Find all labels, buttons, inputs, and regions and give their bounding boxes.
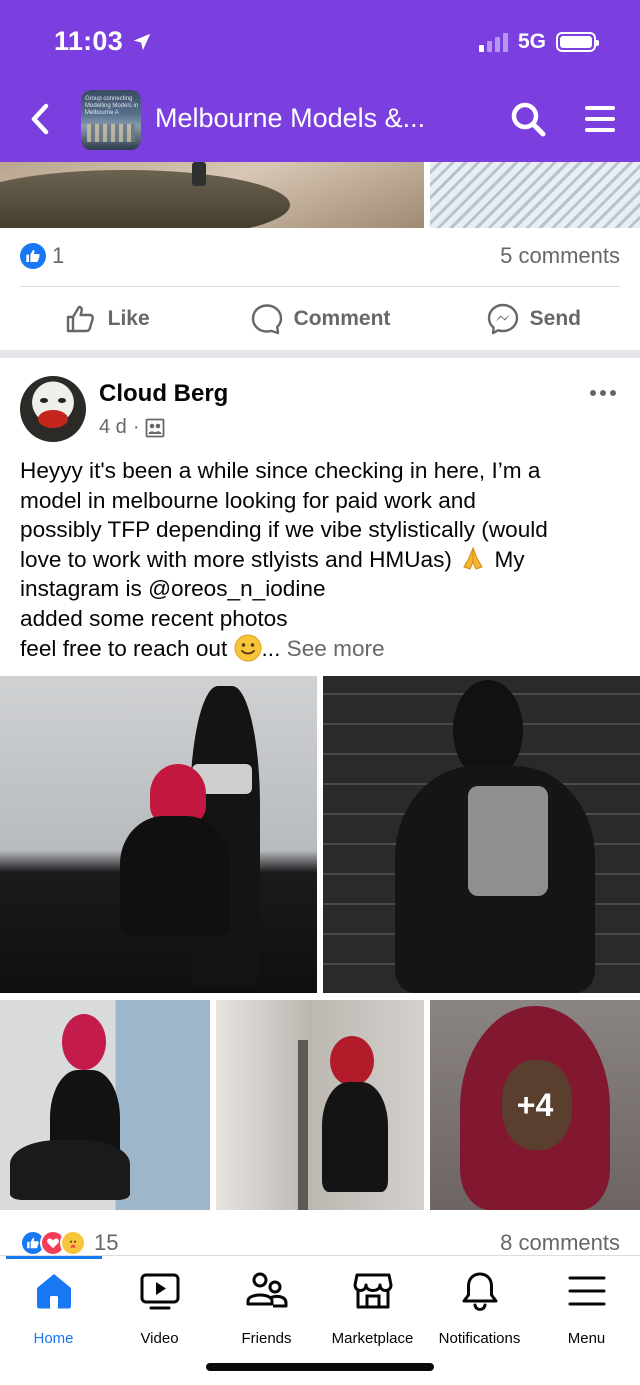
status-bar-time: 11:03 xyxy=(54,26,153,57)
back-button[interactable] xyxy=(24,102,56,136)
post-photo[interactable] xyxy=(0,676,317,993)
group-thumb-text: Group connecting Modelling Models in Mel… xyxy=(85,96,139,116)
post-photo[interactable] xyxy=(323,676,640,993)
see-more-link[interactable]: See more xyxy=(287,636,385,661)
tab-label: Notifications xyxy=(438,1330,521,1347)
post-header: Cloud Berg 4 d · xyxy=(20,376,620,444)
post-age[interactable]: 4 d xyxy=(99,416,127,439)
tab-notifications[interactable]: Notifications xyxy=(426,1270,533,1360)
post-text-line: model in melbourne looking for paid work… xyxy=(20,487,476,513)
network-type: 5G xyxy=(517,30,546,53)
tab-label: Video xyxy=(140,1330,179,1347)
tab-label: Friends xyxy=(241,1330,292,1347)
active-tab-indicator xyxy=(6,1256,102,1259)
comment-bubble-icon xyxy=(251,304,282,335)
folded-hands-emoji-icon xyxy=(463,546,483,570)
comment-button[interactable]: Comment xyxy=(213,292,426,346)
tab-label: Marketplace xyxy=(331,1330,414,1347)
search-button[interactable] xyxy=(510,101,546,137)
post-author[interactable]: Cloud Berg xyxy=(99,380,228,408)
location-arrow-icon xyxy=(133,33,151,50)
post-text-line: feel free to reach out ... See more xyxy=(20,634,385,662)
divider xyxy=(20,286,620,287)
marketplace-icon xyxy=(353,1273,392,1309)
post-actions: Like Comment Send xyxy=(0,292,640,346)
post-photo[interactable] xyxy=(0,1000,210,1210)
more-photos-count[interactable]: +4 xyxy=(430,1000,640,1210)
group-cover-thumbnail[interactable]: Group connecting Modelling Models in Mel… xyxy=(81,90,141,150)
home-icon xyxy=(36,1274,71,1309)
post-text-line: added some recent photos xyxy=(20,605,288,631)
previous-post-photo[interactable] xyxy=(0,162,424,228)
send-label: Send xyxy=(529,307,581,330)
messenger-send-icon xyxy=(487,303,518,335)
tab-friends[interactable]: Friends xyxy=(213,1270,320,1360)
smiling-face-emoji-icon xyxy=(234,634,262,662)
tab-label: Home xyxy=(33,1330,74,1347)
app-header: 11:03 5G Group connecting Modelling Mode… xyxy=(0,0,640,162)
reaction-count-text: 15 xyxy=(94,1230,119,1255)
previous-post-photo[interactable] xyxy=(430,162,640,228)
search-icon xyxy=(511,102,546,137)
video-icon xyxy=(140,1273,179,1310)
bell-icon xyxy=(462,1272,497,1312)
status-bar-indicators: 5G xyxy=(478,30,599,54)
clock: 11:03 xyxy=(54,26,124,56)
tab-home[interactable]: Home xyxy=(0,1270,107,1360)
avatar[interactable] xyxy=(20,376,86,442)
tab-video[interactable]: Video xyxy=(106,1270,213,1360)
group-members-icon xyxy=(146,418,165,437)
send-button[interactable]: Send xyxy=(427,292,640,346)
reaction-count[interactable]: 15 xyxy=(20,1230,118,1256)
like-reaction-icon xyxy=(20,243,46,269)
hamburger-icon xyxy=(568,1276,605,1306)
chevron-left-icon xyxy=(31,103,49,135)
comment-label: Comment xyxy=(293,307,391,330)
hamburger-icon xyxy=(585,106,615,132)
care-reaction-icon xyxy=(60,1230,86,1256)
group-menu-button[interactable] xyxy=(584,103,616,135)
group-navbar: Group connecting Modelling Models in Mel… xyxy=(0,88,640,150)
tab-menu[interactable]: Menu xyxy=(533,1270,640,1360)
post-text-line: possibly TFP depending if we vibe stylis… xyxy=(20,517,548,543)
friends-icon xyxy=(246,1272,287,1308)
post-meta: 4 d · xyxy=(99,416,165,439)
comments-count[interactable]: 8 comments xyxy=(500,1230,620,1256)
tab-label: Menu xyxy=(567,1330,606,1347)
like-button[interactable]: Like xyxy=(0,292,213,346)
post-text-line: Heyyy it's been a while since checking i… xyxy=(20,458,541,483)
battery-icon xyxy=(556,32,599,52)
post-text-line: instagram is @oreos_n_iodine xyxy=(20,576,326,602)
previous-post-reaction-summary: 1 5 comments xyxy=(20,236,620,276)
post-text-line: love to work with more stlyists and HMUa… xyxy=(20,546,525,572)
post-photo[interactable] xyxy=(216,1000,424,1210)
post-photo-grid: +4 xyxy=(0,676,640,1210)
cellular-signal-icon xyxy=(478,32,508,52)
thumbs-up-icon xyxy=(66,305,94,333)
tab-marketplace[interactable]: Marketplace xyxy=(319,1270,426,1360)
post-options-button[interactable] xyxy=(588,386,618,400)
like-label: Like xyxy=(107,307,150,330)
post-separator xyxy=(0,350,640,358)
post-body: Heyyy it's been a while since checking i… xyxy=(20,456,625,663)
home-indicator-bar[interactable] xyxy=(206,1363,434,1371)
previous-post-photos xyxy=(0,162,640,228)
reaction-count-text: 1 xyxy=(52,243,65,268)
group-title[interactable]: Melbourne Models &... xyxy=(155,103,425,134)
comments-count[interactable]: 5 comments xyxy=(500,243,620,269)
post-photo[interactable]: +4 xyxy=(430,1000,640,1210)
reaction-count[interactable]: 1 xyxy=(20,243,64,269)
meta-separator: · xyxy=(132,416,140,438)
